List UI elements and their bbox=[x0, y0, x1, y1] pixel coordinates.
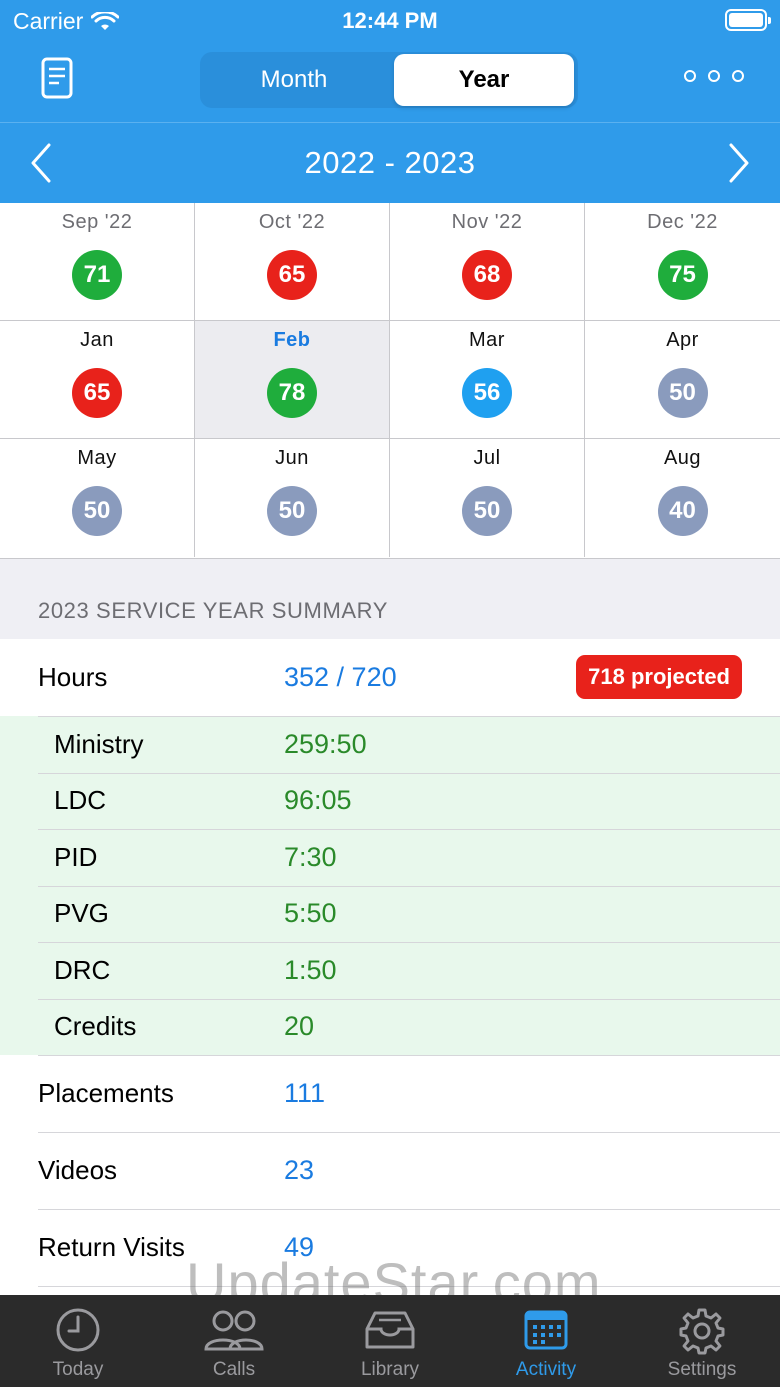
videos-row[interactable]: Videos 23 bbox=[0, 1132, 780, 1209]
breakdown-value: 20 bbox=[284, 1011, 315, 1042]
return-visits-label: Return Visits bbox=[38, 1232, 185, 1262]
tray-icon bbox=[365, 1311, 415, 1349]
month-cell[interactable]: Feb 78 bbox=[194, 321, 390, 439]
tab-activity[interactable]: Activity bbox=[468, 1295, 624, 1387]
hours-badge: 65 bbox=[267, 250, 317, 300]
month-cell[interactable]: Sep '22 71 bbox=[0, 203, 195, 321]
more-options-icon[interactable] bbox=[684, 70, 744, 82]
month-cell[interactable]: Nov '22 68 bbox=[389, 203, 585, 321]
tab-today[interactable]: Today bbox=[0, 1295, 156, 1387]
projected-badge: 718 projected bbox=[576, 655, 742, 699]
segment-year[interactable]: Year bbox=[394, 54, 574, 106]
month-cell[interactable]: May 50 bbox=[0, 439, 195, 557]
tab-label: Today bbox=[52, 1359, 104, 1380]
hours-badge: 56 bbox=[462, 368, 512, 418]
month-cell[interactable]: Oct '22 65 bbox=[194, 203, 390, 321]
month-cell[interactable]: Apr 50 bbox=[584, 321, 780, 439]
breakdown-row[interactable]: Ministry 259:50 bbox=[0, 716, 780, 773]
calendar-icon bbox=[524, 1310, 568, 1350]
breakdown-label: Credits bbox=[54, 1011, 137, 1042]
chevron-right-icon[interactable] bbox=[728, 143, 750, 183]
breakdown-row[interactable]: PID 7:30 bbox=[0, 829, 780, 886]
tab-bar: Today Calls Library Activity Settings bbox=[0, 1295, 780, 1387]
summary-header: 2023 SERVICE YEAR SUMMARY bbox=[0, 559, 780, 639]
month-grid: Sep '22 71 Oct '22 65 Nov '22 68 Dec '22 75 Jan 6… bbox=[0, 203, 780, 559]
people-icon bbox=[204, 1310, 264, 1351]
month-label: Oct '22 bbox=[258, 211, 326, 233]
hours-label: Hours bbox=[38, 662, 108, 692]
breakdown-value: 7:30 bbox=[284, 841, 337, 872]
month-cell[interactable]: Jul 50 bbox=[389, 439, 585, 557]
tab-label: Activity bbox=[515, 1359, 577, 1380]
year-title: 2022 - 2023 bbox=[304, 145, 476, 180]
month-label: Nov '22 bbox=[451, 211, 523, 233]
breakdown-label: PVG bbox=[54, 898, 109, 929]
month-label: Jan bbox=[80, 329, 114, 351]
status-bar: Carrier 12:44 PM bbox=[0, 0, 780, 40]
status-time: 12:44 PM bbox=[342, 8, 438, 33]
breakdown-label: LDC bbox=[54, 785, 107, 816]
breakdown-row[interactable]: PVG 5:50 bbox=[0, 886, 780, 943]
tab-settings[interactable]: Settings bbox=[624, 1295, 780, 1387]
hours-row[interactable]: Hours 352 / 720 718 projected bbox=[0, 639, 780, 716]
month-cell[interactable]: Jan 65 bbox=[0, 321, 195, 439]
placements-row[interactable]: Placements 111 bbox=[0, 1055, 780, 1132]
year-navigator: 2022 - 2023 bbox=[0, 122, 780, 203]
hours-badge: 50 bbox=[657, 368, 708, 418]
hours-badge: 78 bbox=[267, 368, 317, 418]
tab-label: Library bbox=[360, 1359, 420, 1380]
hours-badge: 50 bbox=[72, 486, 122, 536]
divider bbox=[38, 716, 780, 717]
breakdown-row[interactable]: LDC 96:05 bbox=[0, 773, 780, 830]
month-label: Dec '22 bbox=[647, 211, 718, 233]
videos-label: Videos bbox=[38, 1155, 118, 1185]
month-label: Sep '22 bbox=[61, 211, 133, 233]
gear-icon bbox=[679, 1308, 725, 1355]
breakdown-value: 1:50 bbox=[284, 954, 337, 985]
breakdown-row[interactable]: Credits 20 bbox=[0, 999, 780, 1056]
month-label: Feb bbox=[273, 329, 311, 351]
month-cell[interactable]: Dec '22 75 bbox=[584, 203, 780, 321]
period-segmented-control: Month Year bbox=[200, 52, 578, 108]
summary-heading: 2023 SERVICE YEAR SUMMARY bbox=[38, 598, 389, 623]
hours-badge: 50 bbox=[267, 486, 317, 536]
month-label: May bbox=[77, 447, 117, 469]
hours-badge: 68 bbox=[462, 250, 512, 300]
hours-badge: 71 bbox=[72, 250, 122, 300]
report-icon[interactable] bbox=[38, 56, 76, 100]
month-label: Mar bbox=[469, 329, 505, 351]
month-cell[interactable]: Jun 50 bbox=[194, 439, 390, 557]
hours-badge: 40 bbox=[657, 486, 708, 536]
clock-icon bbox=[56, 1308, 100, 1352]
breakdown-row[interactable]: DRC 1:50 bbox=[0, 942, 780, 999]
segment-month[interactable]: Month bbox=[204, 54, 384, 106]
month-cell[interactable]: Mar 56 bbox=[389, 321, 585, 439]
tab-label: Settings bbox=[667, 1359, 737, 1380]
placements-label: Placements bbox=[38, 1078, 174, 1108]
hours-badge: 50 bbox=[462, 486, 512, 536]
breakdown-value: 259:50 bbox=[284, 728, 367, 759]
battery-icon bbox=[725, 9, 771, 31]
tab-label: Calls bbox=[212, 1359, 256, 1380]
month-label: Aug bbox=[663, 447, 702, 469]
breakdown-label: Ministry bbox=[54, 728, 144, 759]
breakdown-label: DRC bbox=[54, 954, 111, 985]
breakdown-value: 96:05 bbox=[284, 785, 352, 816]
month-label: Jun bbox=[275, 447, 309, 469]
placements-value: 111 bbox=[284, 1078, 326, 1108]
hours-value: 352 / 720 bbox=[284, 662, 397, 692]
hours-badge: 65 bbox=[72, 368, 122, 418]
header: Carrier 12:44 PM Month Year 2022 - 2023 bbox=[0, 0, 780, 203]
tab-calls[interactable]: Calls bbox=[156, 1295, 312, 1387]
toolbar: Month Year bbox=[0, 48, 780, 112]
tab-library[interactable]: Library bbox=[312, 1295, 468, 1387]
month-label: Jul bbox=[473, 447, 501, 469]
hours-badge: 75 bbox=[657, 250, 708, 300]
month-label: Apr bbox=[666, 329, 699, 351]
breakdown-value: 5:50 bbox=[284, 898, 337, 929]
breakdown-label: PID bbox=[54, 841, 98, 872]
videos-value: 23 bbox=[284, 1155, 315, 1185]
month-cell[interactable]: Aug 40 bbox=[584, 439, 780, 557]
